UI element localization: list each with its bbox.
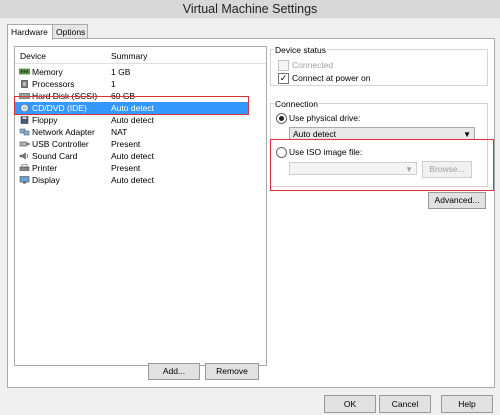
device-summary: Present xyxy=(111,163,141,173)
device-name: Memory xyxy=(32,67,63,77)
add-button[interactable]: Add... xyxy=(148,363,200,380)
device-summary: Present xyxy=(111,139,141,149)
hardware-panel: Device Summary Memory 1 GB Processors 1 … xyxy=(7,38,495,388)
use-physical-drive-label: Use physical drive: xyxy=(289,113,361,123)
summary-column-header[interactable]: Summary xyxy=(111,51,147,61)
connection-title: Connection xyxy=(274,99,320,109)
device-summary: Auto detect xyxy=(111,151,155,161)
printer-icon xyxy=(19,164,30,171)
iso-image-path-select[interactable]: ▼ xyxy=(289,162,417,175)
chevron-down-icon: ▼ xyxy=(405,165,413,174)
device-column-header[interactable]: Device xyxy=(20,51,46,61)
device-status-title: Device status xyxy=(274,45,328,55)
device-name: Display xyxy=(32,175,60,185)
device-list-header: Device Summary xyxy=(15,47,266,64)
device-summary: Auto detect xyxy=(111,175,155,185)
sound-card-icon xyxy=(19,152,29,160)
device-row-floppy[interactable]: Floppy Auto detect xyxy=(15,114,248,126)
device-row-usb-controller[interactable]: USB Controller Present xyxy=(15,138,248,150)
help-button[interactable]: Help xyxy=(441,395,493,413)
window-title: Virtual Machine Settings xyxy=(182,2,318,16)
advanced-button[interactable]: Advanced... xyxy=(428,192,486,209)
device-row-processors[interactable]: Processors 1 xyxy=(15,78,248,90)
cancel-button[interactable]: Cancel xyxy=(379,395,431,413)
connected-label: Connected xyxy=(292,60,334,70)
floppy-icon xyxy=(20,116,29,124)
device-name: Printer xyxy=(32,163,58,173)
use-iso-image-label: Use ISO image file: xyxy=(289,147,363,157)
remove-button[interactable]: Remove xyxy=(205,363,259,380)
device-name: USB Controller xyxy=(32,139,89,149)
physical-drive-value: Auto detect xyxy=(293,129,337,139)
display-icon xyxy=(19,176,30,184)
connected-checkbox[interactable] xyxy=(278,60,289,71)
device-row-network-adapter[interactable]: Network Adapter NAT xyxy=(15,126,248,138)
device-list[interactable]: Device Summary Memory 1 GB Processors 1 … xyxy=(14,46,267,366)
title-bar: Virtual Machine Settings xyxy=(0,0,500,18)
checkmark-icon: ✓ xyxy=(279,73,288,83)
device-summary: 1 xyxy=(111,79,116,89)
tab-options[interactable]: Options xyxy=(52,24,88,39)
memory-icon xyxy=(19,68,30,75)
connect-at-power-on-checkbox[interactable]: ✓ xyxy=(278,73,289,84)
connect-at-power-on-label: Connect at power on xyxy=(292,73,371,83)
device-row-memory[interactable]: Memory 1 GB xyxy=(15,66,248,78)
network-adapter-icon xyxy=(19,128,30,136)
device-name: Network Adapter xyxy=(32,127,95,137)
use-physical-drive-radio[interactable] xyxy=(276,113,287,124)
processor-icon xyxy=(21,80,28,88)
use-iso-image-radio[interactable] xyxy=(276,147,287,158)
device-name: Processors xyxy=(32,79,75,89)
device-row-display[interactable]: Display Auto detect xyxy=(15,174,248,186)
device-row-sound-card[interactable]: Sound Card Auto detect xyxy=(15,150,248,162)
device-name: Sound Card xyxy=(32,151,78,161)
device-summary: Auto detect xyxy=(111,115,155,125)
browse-button[interactable]: Browse... xyxy=(422,161,472,178)
cd-dvd-highlight-box xyxy=(14,96,249,115)
tab-hardware[interactable]: Hardware xyxy=(7,24,53,40)
usb-icon xyxy=(19,141,30,147)
device-summary: 1 GB xyxy=(111,67,131,77)
device-summary: NAT xyxy=(111,127,128,137)
device-name: Floppy xyxy=(32,115,58,125)
radio-selected-dot xyxy=(279,116,284,121)
ok-button[interactable]: OK xyxy=(324,395,376,413)
device-row-printer[interactable]: Printer Present xyxy=(15,162,248,174)
